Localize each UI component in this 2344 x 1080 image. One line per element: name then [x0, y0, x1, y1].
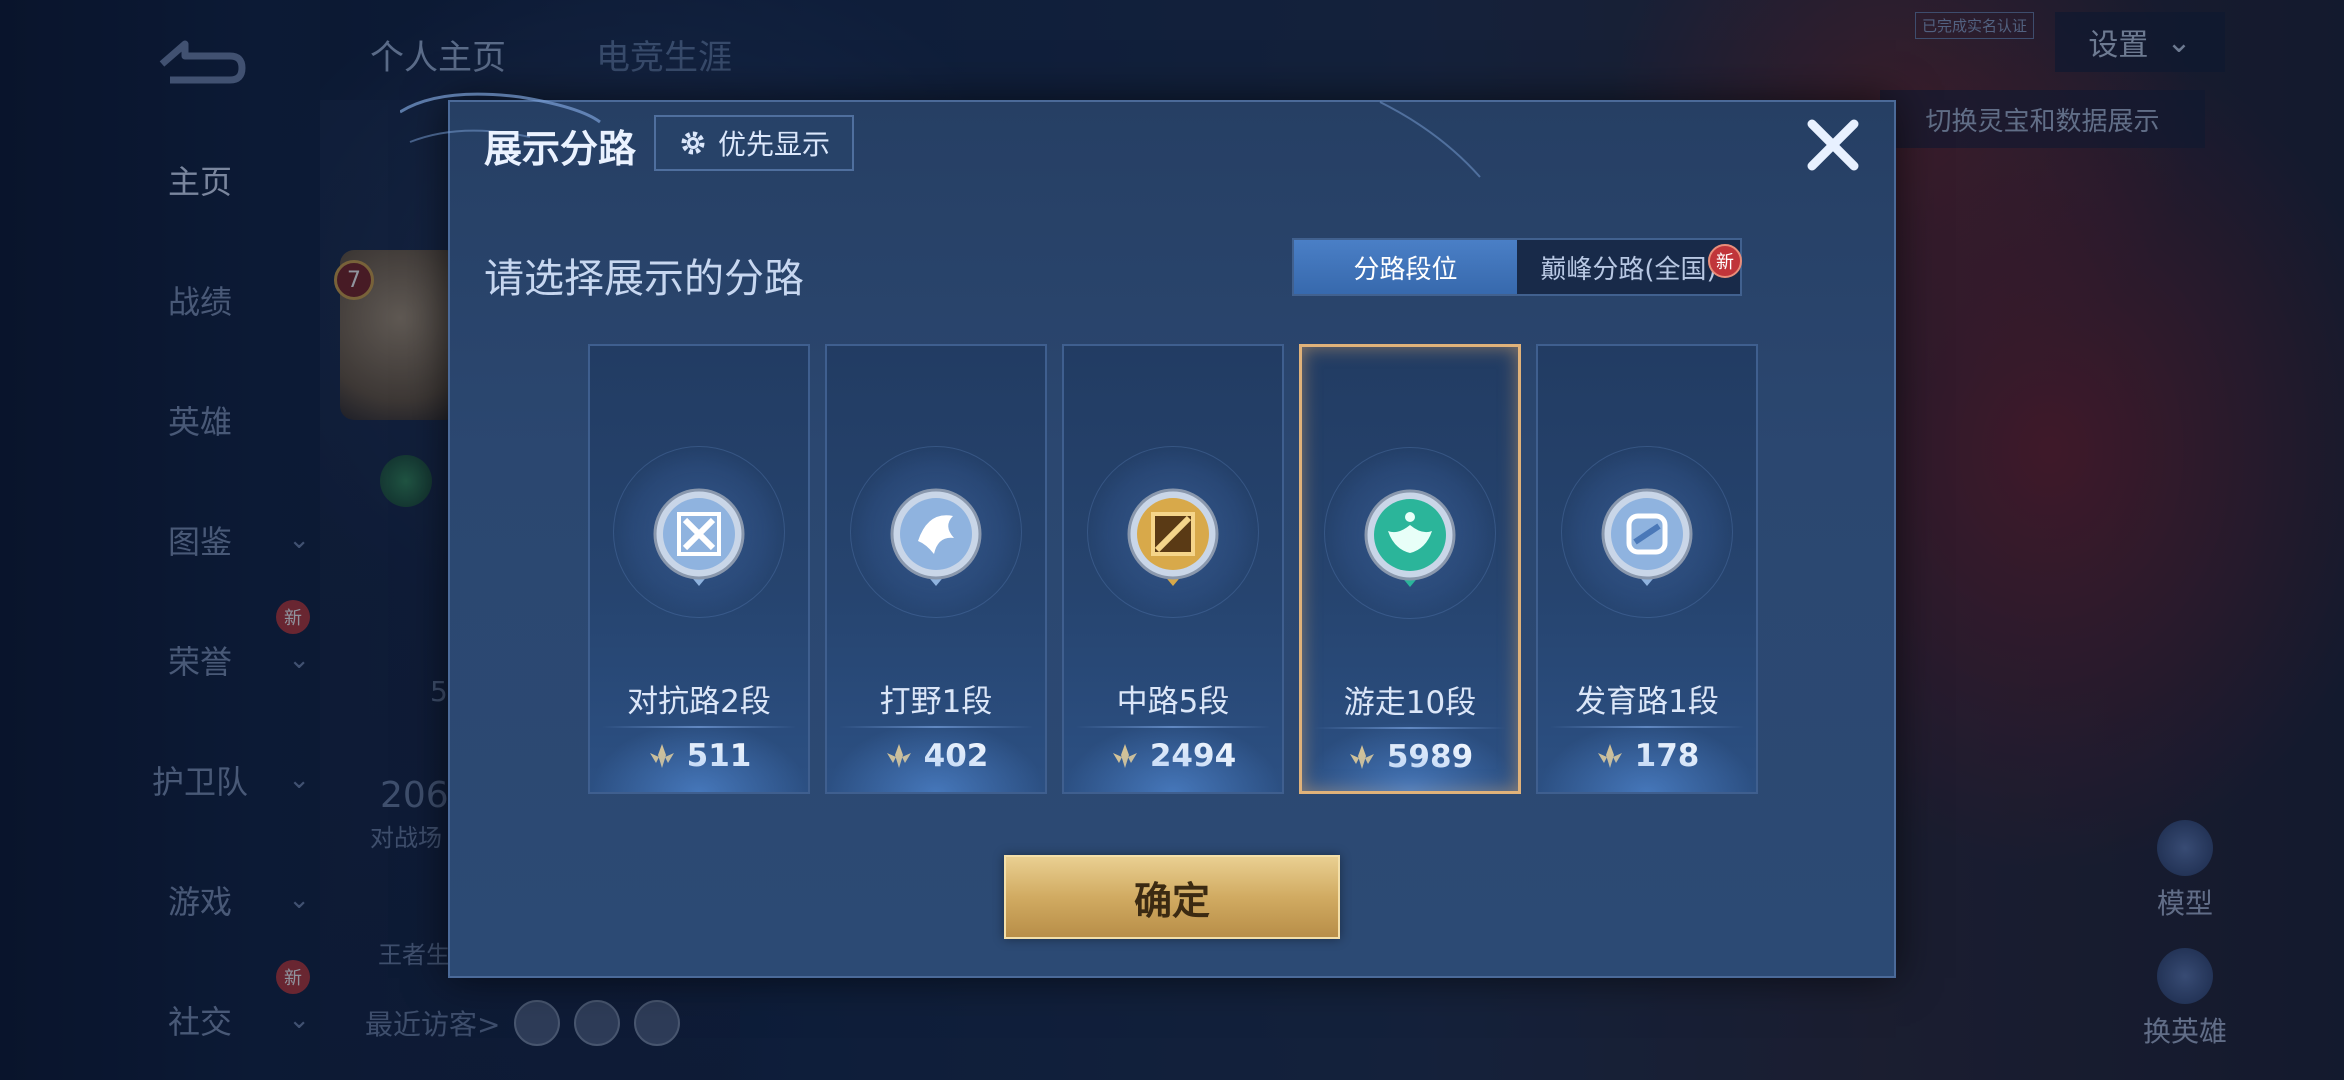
card-glow — [590, 722, 808, 792]
dialog-subtitle: 请选择展示的分路 — [484, 256, 804, 302]
farm-lane-emblem-icon — [1601, 488, 1693, 586]
tab-lane-rank[interactable]: 分路段位 — [1294, 240, 1517, 294]
jungle-emblem-icon — [890, 488, 982, 586]
card-glow — [1538, 722, 1756, 792]
tab-peak-lane-label: 巅峰分路(全国) — [1540, 254, 1717, 285]
roam-emblem-icon — [1364, 489, 1456, 587]
lane-card[interactable]: 发育路1段178 — [1536, 344, 1758, 794]
card-glow — [1064, 722, 1282, 792]
lane-rank-label: 中路5段 — [1116, 684, 1230, 720]
lane-card[interactable]: 打野1段402 — [825, 344, 1047, 794]
close-icon — [1807, 119, 1859, 171]
lane-cards: 对抗路2段511打野1段402中路5段2494游走10段5989发育路1段178 — [588, 344, 1758, 794]
tab-lane-rank-label: 分路段位 — [1353, 254, 1458, 285]
tab-peak-lane[interactable]: 巅峰分路(全国) 新 — [1517, 240, 1742, 294]
lane-rank-label: 打野1段 — [879, 684, 993, 720]
lane-card[interactable]: 对抗路2段511 — [588, 344, 810, 794]
lane-rank-label: 对抗路2段 — [627, 684, 771, 720]
priority-display-button[interactable]: 优先显示 — [654, 115, 854, 171]
lane-card[interactable]: 游走10段5989 — [1299, 344, 1521, 794]
confirm-label: 确定 — [1133, 878, 1210, 923]
card-glow — [827, 722, 1045, 792]
confirm-button[interactable]: 确定 — [1004, 855, 1340, 939]
clash-lane-emblem-icon — [653, 488, 745, 586]
lane-rank-label: 发育路1段 — [1575, 684, 1719, 720]
card-glow — [1302, 721, 1518, 791]
lane-rank-label: 游走10段 — [1343, 685, 1477, 721]
new-badge: 新 — [1708, 244, 1742, 278]
lane-type-tabs: 分路段位 巅峰分路(全国) 新 — [1292, 238, 1742, 296]
close-button[interactable] — [1800, 112, 1866, 178]
lane-card[interactable]: 中路5段2494 — [1062, 344, 1284, 794]
priority-display-label: 优先显示 — [717, 128, 830, 161]
mid-lane-emblem-icon — [1127, 488, 1219, 586]
gear-icon — [681, 131, 705, 155]
dialog-title: 展示分路 — [484, 127, 637, 171]
